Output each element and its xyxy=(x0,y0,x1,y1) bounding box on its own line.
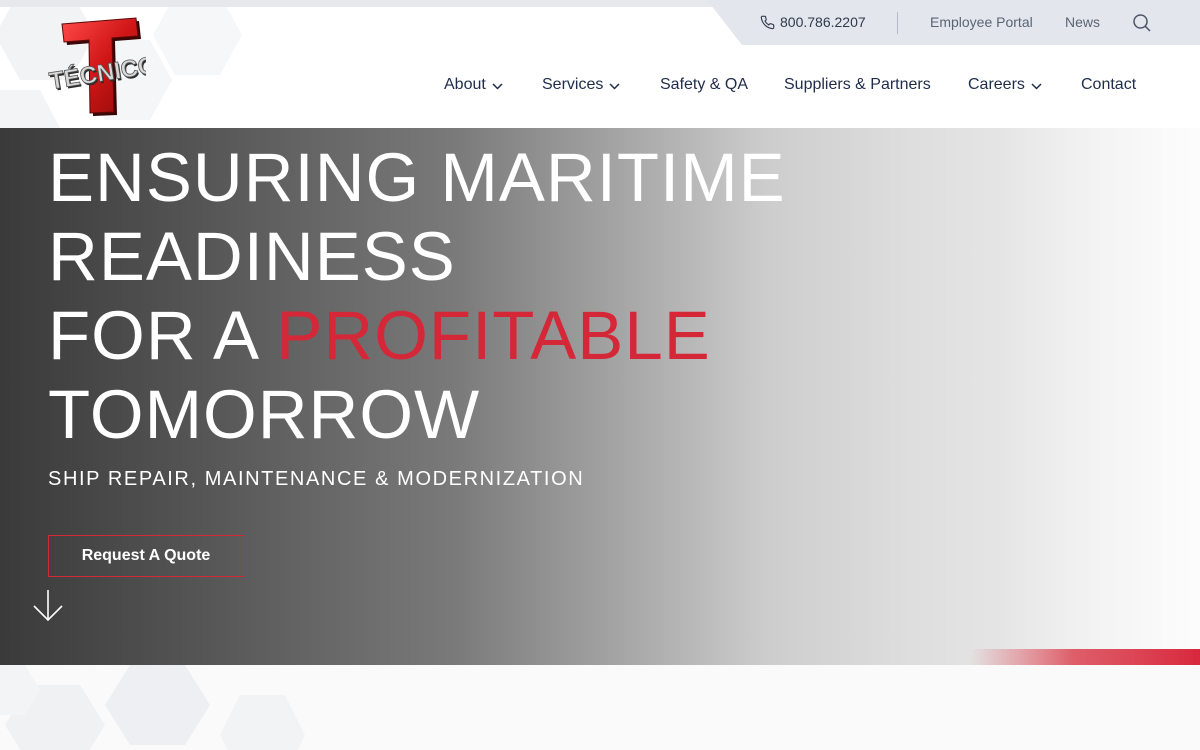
hero-line-4: TOMORROW xyxy=(48,376,481,453)
hero-line-3-prefix: FOR A xyxy=(48,297,277,374)
hero-line-1: ENSURING MARITIME xyxy=(48,139,786,216)
chevron-down-icon xyxy=(1031,82,1042,90)
search-button[interactable] xyxy=(1132,13,1152,33)
hero-section: ENSURING MARITIME READINESS FOR A PROFIT… xyxy=(0,128,1200,665)
phone-number: 800.786.2207 xyxy=(780,14,866,30)
utility-bar: 800.786.2207 Employee Portal News xyxy=(0,0,1200,45)
search-icon xyxy=(1133,14,1151,32)
nav-item-contact[interactable]: Contact xyxy=(1081,76,1136,94)
logo-mark: TÉCNICO TÉCNICO xyxy=(47,17,160,116)
phone-icon xyxy=(760,15,775,29)
hex-pattern-background xyxy=(0,665,305,750)
main-navigation: About Services Safety & QA Suppliers & P… xyxy=(0,76,1200,98)
next-section-preview xyxy=(0,665,1200,750)
nav-about-label: About xyxy=(444,76,486,93)
hero-subtitle: SHIP REPAIR, MAINTENANCE & MODERNIZATION xyxy=(48,468,585,490)
hero-headline: ENSURING MARITIME READINESS FOR A PROFIT… xyxy=(48,138,948,454)
request-quote-button[interactable]: Request A Quote xyxy=(48,535,244,577)
chevron-down-icon xyxy=(609,82,620,90)
employee-portal-link[interactable]: Employee Portal xyxy=(930,14,1033,30)
accent-stripe xyxy=(970,649,1200,665)
phone-link[interactable]: 800.786.2207 xyxy=(760,14,866,30)
hero-line-2: READINESS xyxy=(48,218,456,295)
nav-services-label: Services xyxy=(542,76,604,93)
chevron-down-icon xyxy=(492,82,503,90)
nav-item-careers[interactable]: Careers xyxy=(968,76,1042,94)
nav-item-about[interactable]: About xyxy=(444,76,503,94)
nav-item-suppliers-partners[interactable]: Suppliers & Partners xyxy=(784,76,931,94)
news-link[interactable]: News xyxy=(1065,14,1100,30)
site-header: 800.786.2207 Employee Portal News TÉCNIC… xyxy=(0,0,1200,128)
nav-item-services[interactable]: Services xyxy=(542,76,620,94)
tecnico-logo[interactable]: TÉCNICO TÉCNICO xyxy=(46,14,160,116)
nav-careers-label: Careers xyxy=(968,76,1025,93)
hero-line-3-accent: PROFITABLE xyxy=(276,297,711,374)
hero-right-fade xyxy=(1000,128,1200,665)
scroll-down-arrow-icon[interactable] xyxy=(31,588,65,624)
nav-item-safety-qa[interactable]: Safety & QA xyxy=(660,76,748,94)
utility-divider xyxy=(897,12,898,34)
